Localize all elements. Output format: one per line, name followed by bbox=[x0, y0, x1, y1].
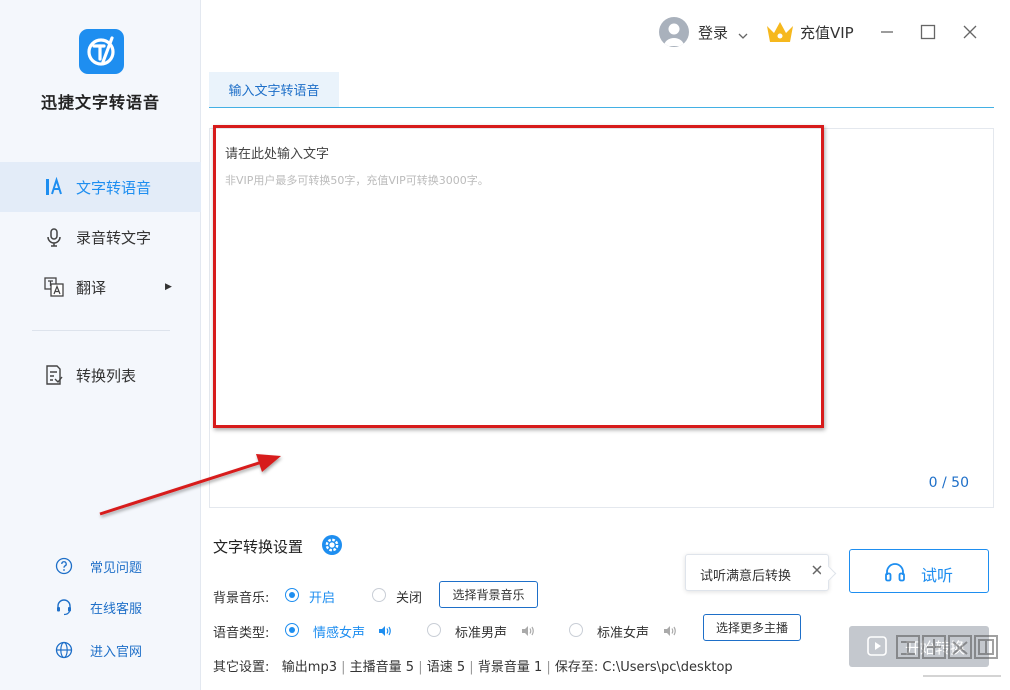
question-icon bbox=[55, 557, 73, 575]
voice-standard-female-label[interactable]: 标准女声 bbox=[597, 622, 649, 641]
voice-standard-male-label[interactable]: 标准男声 bbox=[455, 622, 507, 641]
listen-tooltip: 试听满意后转换 bbox=[685, 554, 829, 591]
chevron-down-icon[interactable] bbox=[738, 26, 748, 39]
separator: | bbox=[546, 660, 551, 675]
app-logo-icon bbox=[79, 29, 124, 74]
title-bar: 登录 充值VIP bbox=[201, 0, 1010, 66]
sidebar: 迅捷文字转语音 文字转语音 录音转文字 翻译 ▶ 转换列表 常见问题 在线客服 … bbox=[0, 0, 201, 690]
start-conversion-button[interactable]: 开始转换 bbox=[849, 626, 989, 667]
voice-standard-female-radio[interactable] bbox=[569, 623, 583, 637]
bg-music-on-label[interactable]: 开启 bbox=[309, 587, 335, 606]
sidebar-link-label: 进入官网 bbox=[90, 644, 143, 660]
maximize-icon[interactable] bbox=[914, 18, 942, 46]
sidebar-item-label: 文字转语音 bbox=[76, 178, 152, 197]
other-settings-label: 其它设置: bbox=[213, 660, 270, 675]
listen-button[interactable]: 试听 bbox=[849, 549, 989, 593]
bg-volume: 背景音量 1 bbox=[477, 660, 543, 675]
translate-icon bbox=[44, 277, 64, 297]
sidebar-item-translate[interactable]: 翻译 ▶ bbox=[0, 262, 201, 312]
voice-emotional-female-radio[interactable] bbox=[285, 623, 299, 637]
play-icon bbox=[867, 636, 887, 656]
settings-title: 文字转换设置 bbox=[213, 538, 304, 556]
speaker-icon[interactable] bbox=[663, 623, 677, 637]
bg-music-off-radio[interactable] bbox=[372, 588, 386, 602]
document-list-icon bbox=[44, 365, 64, 385]
speech-speed: 语速 5 bbox=[426, 660, 466, 675]
tooltip-text: 试听满意后转换 bbox=[700, 569, 792, 584]
speaker-icon[interactable] bbox=[521, 623, 535, 637]
gear-icon[interactable] bbox=[321, 534, 343, 556]
separator: | bbox=[341, 660, 346, 675]
start-conversion-label: 开始转换 bbox=[905, 639, 966, 657]
login-link[interactable]: 登录 bbox=[698, 22, 728, 43]
close-icon[interactable] bbox=[810, 563, 824, 577]
text-a-icon bbox=[44, 177, 64, 197]
output-format: 输出mp3 bbox=[281, 660, 337, 675]
char-counter: 0 / 50 bbox=[928, 475, 969, 491]
choose-more-voices-button[interactable]: 选择更多主播 bbox=[703, 614, 801, 641]
voice-standard-male-radio[interactable] bbox=[427, 623, 441, 637]
app-name: 迅捷文字转语音 bbox=[40, 93, 160, 112]
voice-type-label: 语音类型: bbox=[213, 626, 270, 641]
bg-music-label: 背景音乐: bbox=[213, 591, 270, 606]
text-editor: 请在此处输入文字 非VIP用户最多可转换50字，充值VIP可转换3000字。 0… bbox=[209, 128, 994, 508]
bg-music-off-label[interactable]: 关闭 bbox=[396, 587, 422, 606]
other-settings: 其它设置: 输出mp3 | 主播音量 5 | 语速 5 | 背景音量 1 | 保… bbox=[213, 656, 733, 675]
text-input[interactable] bbox=[210, 129, 993, 507]
sidebar-item-conversion-list[interactable]: 转换列表 bbox=[0, 350, 201, 400]
sidebar-link-website[interactable]: 进入官网 bbox=[0, 638, 201, 662]
voice-emotional-female-label[interactable]: 情感女声 bbox=[313, 622, 365, 641]
speaker-icon[interactable] bbox=[378, 623, 392, 637]
caret-right-icon: ▶ bbox=[165, 282, 172, 292]
headphones-icon bbox=[884, 561, 906, 583]
vip-crown-icon bbox=[765, 19, 795, 45]
globe-icon bbox=[55, 641, 73, 659]
sidebar-link-label: 在线客服 bbox=[90, 601, 143, 617]
choose-bg-music-button[interactable]: 选择背景音乐 bbox=[439, 581, 538, 608]
sidebar-item-label: 转换列表 bbox=[76, 366, 137, 385]
sidebar-item-label: 翻译 bbox=[76, 278, 107, 297]
sidebar-divider bbox=[32, 330, 170, 331]
tab-text-to-speech[interactable]: 输入文字转语音 bbox=[209, 72, 339, 107]
tab-bar: 输入文字转语音 bbox=[209, 72, 994, 108]
user-avatar-icon[interactable] bbox=[659, 17, 689, 47]
headset-support-icon bbox=[55, 598, 73, 616]
sidebar-item-speech-to-text[interactable]: 录音转文字 bbox=[0, 212, 201, 262]
separator: | bbox=[418, 660, 423, 675]
microphone-icon bbox=[44, 227, 64, 247]
sidebar-link-label: 常见问题 bbox=[90, 560, 143, 576]
separator: | bbox=[469, 660, 474, 675]
close-icon[interactable] bbox=[956, 18, 984, 46]
bg-music-on-radio[interactable] bbox=[285, 588, 299, 602]
sidebar-link-support[interactable]: 在线客服 bbox=[0, 595, 201, 619]
sidebar-item-label: 录音转文字 bbox=[76, 228, 152, 247]
listen-button-label: 试听 bbox=[921, 566, 954, 585]
vip-recharge-link[interactable]: 充值VIP bbox=[800, 22, 854, 43]
minimize-icon[interactable] bbox=[873, 18, 901, 46]
save-path: 保存至: C:\Users\pc\desktop bbox=[554, 660, 733, 675]
sidebar-item-text-to-speech[interactable]: 文字转语音 bbox=[0, 162, 201, 212]
sidebar-link-faq[interactable]: 常见问题 bbox=[0, 554, 201, 578]
host-volume: 主播音量 5 bbox=[349, 660, 415, 675]
